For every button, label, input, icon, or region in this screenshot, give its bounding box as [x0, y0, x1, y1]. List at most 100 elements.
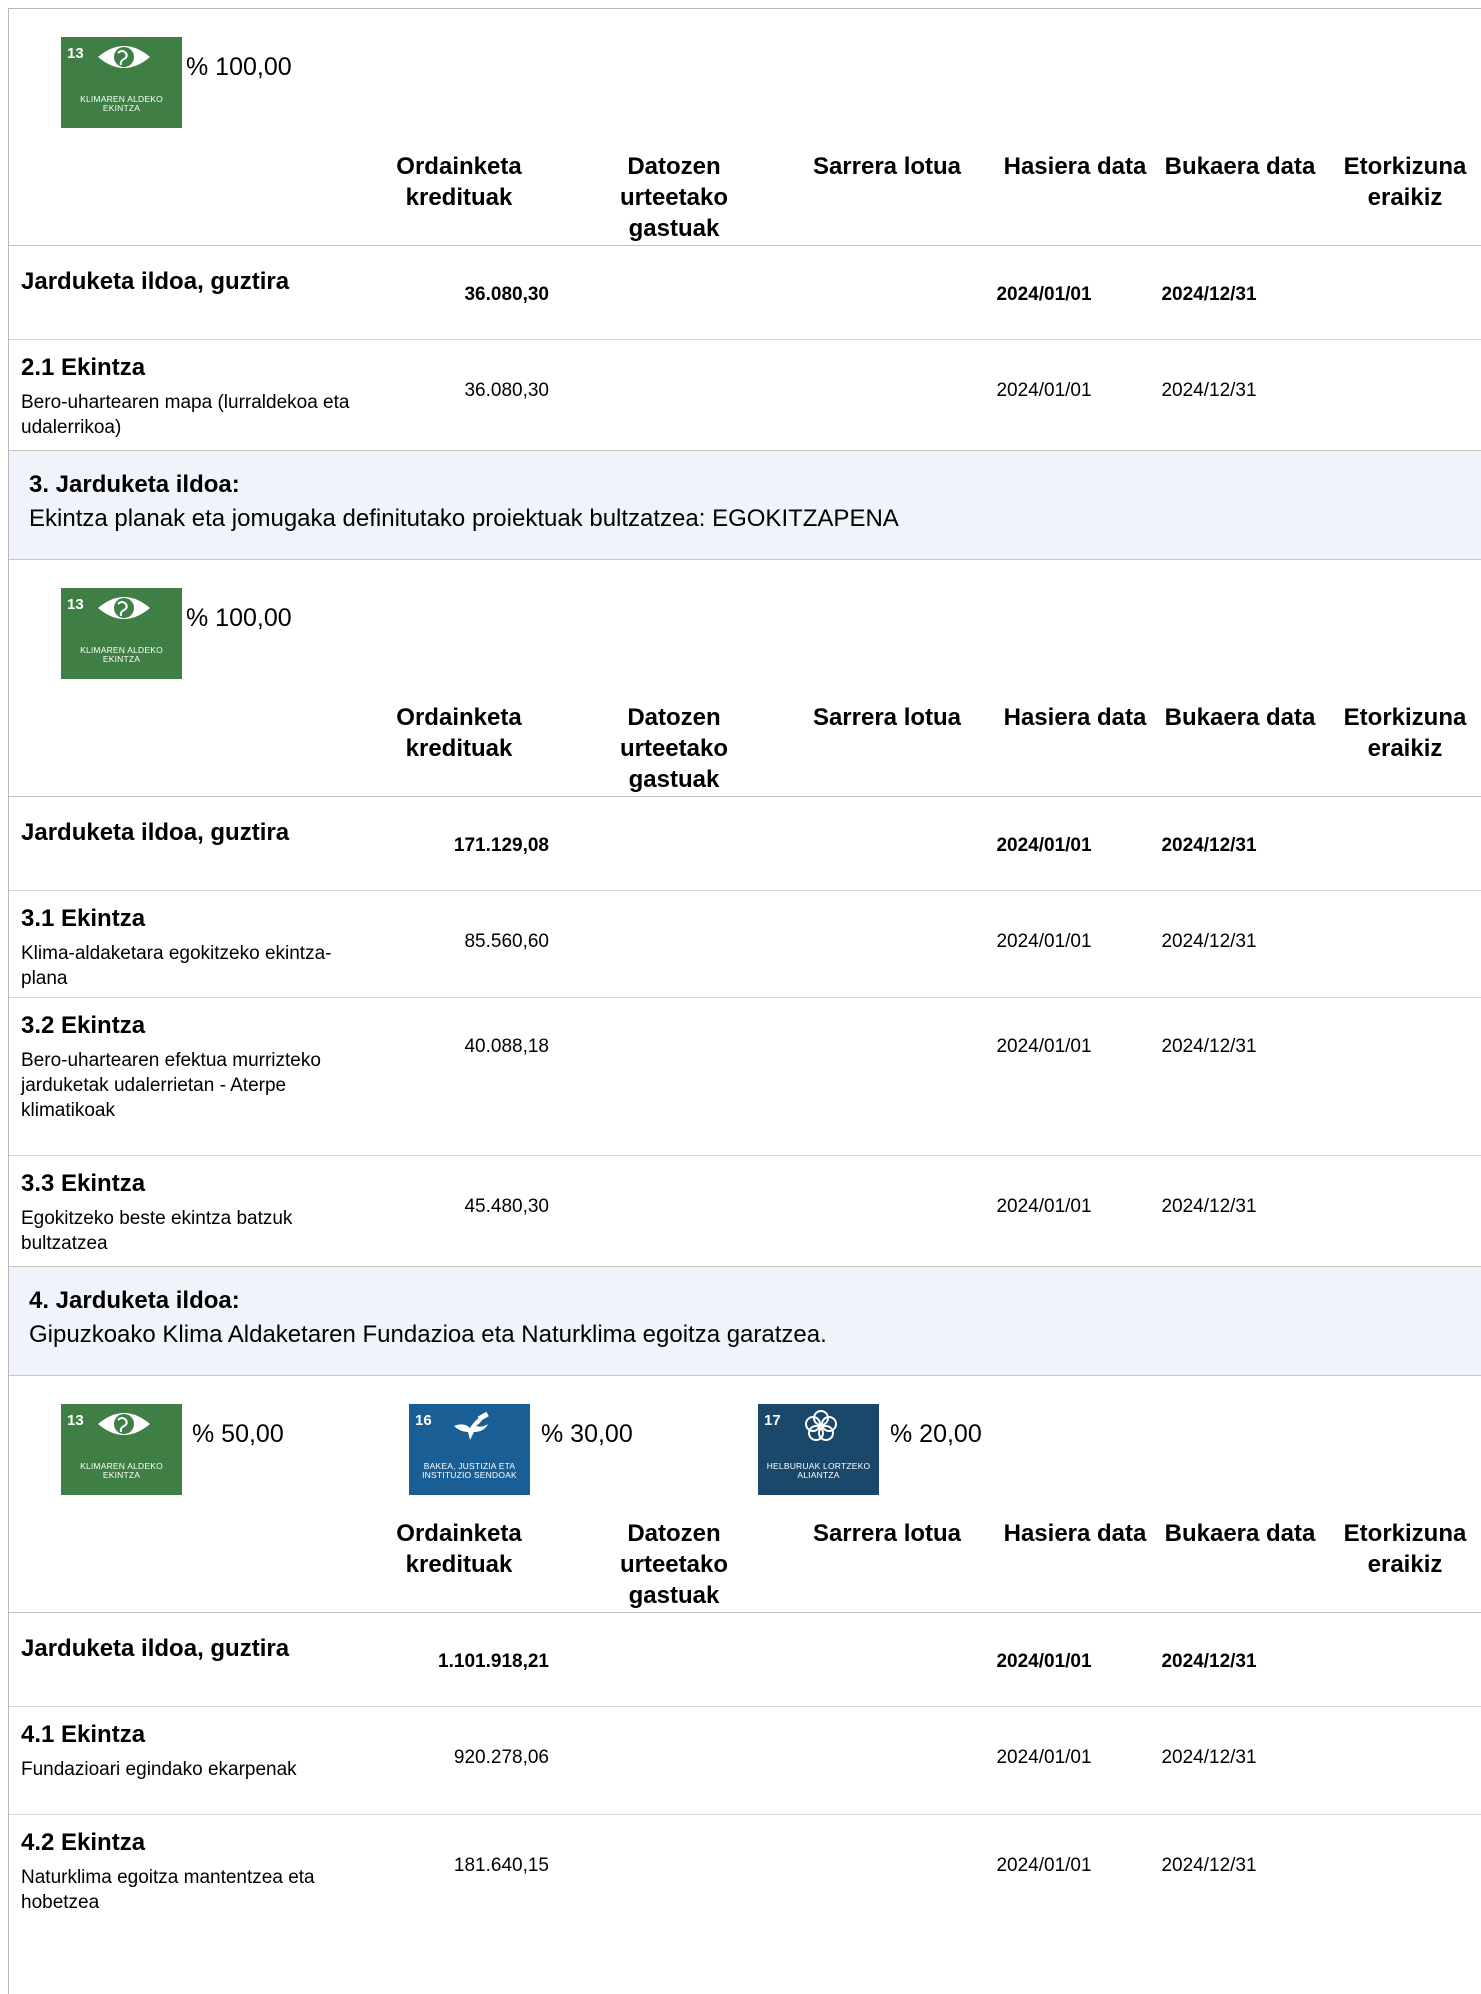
col-header-start-date: Hasiera data [1003, 704, 1147, 731]
goal-percentage: % 50,00 [192, 1420, 284, 1448]
col-header-end-date: Bukaera data [1164, 1520, 1316, 1547]
section-header: 4. Jarduketa ildoa: Gipuzkoako Klima Ald… [9, 1266, 1481, 1376]
linked-circles-icon [805, 1410, 837, 1441]
action-title: 2.1 Ekintza [21, 354, 146, 381]
col-header-credits: Ordainketa kredituak [396, 153, 522, 211]
col-header-linked-revenue: Sarrera lotua [812, 1520, 962, 1547]
action-amount: 40.088,18 [464, 1036, 549, 1057]
col-header-linked-revenue: Sarrera lotua [812, 153, 962, 180]
action-end-date: 2024/12/31 [1161, 1747, 1257, 1768]
col-header-future-build: Etorkizuna eraikiz [1343, 704, 1467, 762]
action-description: Egokitzeko beste ekintza batzuk bultzatz… [21, 1208, 293, 1254]
sdg-17-badge: 17 HELBURUAK LORTZEKO ALIANTZA [758, 1404, 879, 1495]
sdg-caption: KLIMAREN ALDEKO EKINTZA [80, 94, 163, 113]
sdg-caption: KLIMAREN ALDEKO EKINTZA [80, 645, 163, 664]
globe-eye-icon [98, 597, 150, 619]
action-title: 3.2 Ekintza [21, 1012, 146, 1039]
section-title: 3. Jarduketa ildoa: [29, 471, 240, 498]
sdg-16-badge: 16 BAKEA, JUSTIZIA ETA INSTITUZIO SENDOA… [409, 1404, 530, 1495]
col-header-future-build: Etorkizuna eraikiz [1343, 153, 1467, 211]
table-row: 3.2 Ekintza Bero-uhartearen efektua murr… [9, 998, 1481, 1156]
action-end-date: 2024/12/31 [1161, 1036, 1257, 1057]
col-header-linked-revenue: Sarrera lotua [812, 704, 962, 731]
table-row: 4.2 Ekintza Naturklima egoitza mantentze… [9, 1815, 1481, 1955]
table-row: 4.1 Ekintza Fundazioari egindako ekarpen… [9, 1707, 1481, 1815]
col-header-credits: Ordainketa kredituak [396, 704, 522, 762]
action-start-date: 2024/01/01 [996, 1036, 1092, 1057]
total-end-date: 2024/12/31 [1161, 1651, 1257, 1672]
section-title: 4. Jarduketa ildoa: [29, 1287, 240, 1314]
action-amount: 36.080,30 [464, 380, 549, 401]
col-header-end-date: Bukaera data [1164, 153, 1316, 180]
total-end-date: 2024/12/31 [1161, 284, 1257, 305]
action-description: Naturklima egoitza mantentzea eta hobetz… [21, 1867, 315, 1913]
action-end-date: 2024/12/31 [1161, 380, 1257, 401]
action-amount: 45.480,30 [464, 1196, 549, 1217]
sdg-caption: KLIMAREN ALDEKO EKINTZA [80, 1461, 163, 1480]
col-header-future-expenses: Datozen urteetako gastuak [619, 704, 729, 793]
globe-eye-icon [98, 1413, 150, 1435]
action-end-date: 2024/12/31 [1161, 1196, 1257, 1217]
col-header-future-expenses: Datozen urteetako gastuak [619, 153, 729, 242]
action-title: 3.1 Ekintza [21, 905, 146, 932]
sdg-13-badge: 13 KLIMAREN ALDEKO EKINTZA [61, 588, 182, 679]
action-amount: 85.560,60 [464, 931, 549, 952]
action-description: Fundazioari egindako ekarpenak [21, 1759, 297, 1780]
total-amount: 36.080,30 [464, 284, 549, 305]
total-label: Jarduketa ildoa, guztira [21, 268, 290, 295]
goal-row: 13 KLIMAREN ALDEKO EKINTZA % 50,00 16 BA… [9, 1376, 1481, 1496]
action-start-date: 2024/01/01 [996, 931, 1092, 952]
goal-row: 13 KLIMAREN ALDEKO EKINTZA % 100,00 [9, 9, 1481, 129]
action-start-date: 2024/01/01 [996, 1196, 1092, 1217]
col-header-end-date: Bukaera data [1164, 704, 1316, 731]
total-start-date: 2024/01/01 [996, 284, 1092, 305]
action-description: Bero-uhartearen mapa (lurraldekoa eta ud… [21, 392, 350, 438]
table-row: 3.1 Ekintza Klima-aldaketara egokitzeko … [9, 891, 1481, 998]
col-header-future-expenses: Datozen urteetako gastuak [619, 1520, 729, 1609]
budget-document: 13 KLIMAREN ALDEKO EKINTZA % 100,00 Orda… [8, 8, 1481, 1994]
action-title: 3.3 Ekintza [21, 1170, 146, 1197]
sdg-caption: BAKEA, JUSTIZIA ETA INSTITUZIO SENDOAK [422, 1461, 517, 1480]
action-amount: 181.640,15 [453, 1855, 549, 1876]
sdg-13-badge: 13 KLIMAREN ALDEKO EKINTZA [61, 1404, 182, 1495]
globe-eye-icon [98, 46, 150, 68]
total-row: Jarduketa ildoa, guztira 36.080,30 2024/… [9, 246, 1481, 340]
action-description: Klima-aldaketara egokitzeko ekintza-plan… [21, 943, 332, 989]
action-start-date: 2024/01/01 [996, 380, 1092, 401]
total-amount: 171.129,08 [453, 835, 549, 856]
section-description: Ekintza planak eta jomugaka definitutako… [29, 505, 899, 532]
goal-row: 13 KLIMAREN ALDEKO EKINTZA % 100,00 [9, 560, 1481, 680]
action-description: Bero-uhartearen efektua murrizteko jardu… [21, 1050, 321, 1121]
goal-percentage: % 30,00 [541, 1420, 633, 1448]
col-header-future-build: Etorkizuna eraikiz [1343, 1520, 1467, 1578]
table-header: Ordainketa kredituak Datozen urteetako g… [9, 1496, 1481, 1613]
action-start-date: 2024/01/01 [996, 1855, 1092, 1876]
table-header: Ordainketa kredituak Datozen urteetako g… [9, 129, 1481, 246]
table-row: 3.3 Ekintza Egokitzeko beste ekintza bat… [9, 1156, 1481, 1266]
action-amount: 920.278,06 [453, 1747, 549, 1768]
sdg-number: 17 [764, 1412, 781, 1429]
col-header-start-date: Hasiera data [1003, 153, 1147, 180]
sdg-13-badge: 13 KLIMAREN ALDEKO EKINTZA [61, 37, 182, 128]
table-header: Ordainketa kredituak Datozen urteetako g… [9, 680, 1481, 797]
total-row: Jarduketa ildoa, guztira 1.101.918,21 20… [9, 1613, 1481, 1707]
total-label: Jarduketa ildoa, guztira [21, 1635, 290, 1662]
section-description: Gipuzkoako Klima Aldaketaren Fundazioa e… [29, 1321, 827, 1348]
total-amount: 1.101.918,21 [438, 1651, 549, 1672]
action-end-date: 2024/12/31 [1161, 931, 1257, 952]
goal-percentage: % 20,00 [890, 1420, 982, 1448]
total-start-date: 2024/01/01 [996, 1651, 1092, 1672]
total-row: Jarduketa ildoa, guztira 171.129,08 2024… [9, 797, 1481, 891]
col-header-credits: Ordainketa kredituak [396, 1520, 522, 1578]
table-row: 2.1 Ekintza Bero-uhartearen mapa (lurral… [9, 340, 1481, 450]
total-start-date: 2024/01/01 [996, 835, 1092, 856]
sdg-number: 13 [67, 596, 84, 613]
action-start-date: 2024/01/01 [996, 1747, 1092, 1768]
goal-percentage: % 100,00 [186, 604, 292, 632]
action-title: 4.1 Ekintza [21, 1721, 146, 1748]
total-label: Jarduketa ildoa, guztira [21, 819, 290, 846]
sdg-number: 16 [415, 1412, 432, 1429]
action-title: 4.2 Ekintza [21, 1829, 146, 1856]
sdg-caption: HELBURUAK LORTZEKO ALIANTZA [766, 1461, 871, 1480]
action-end-date: 2024/12/31 [1161, 1855, 1257, 1876]
